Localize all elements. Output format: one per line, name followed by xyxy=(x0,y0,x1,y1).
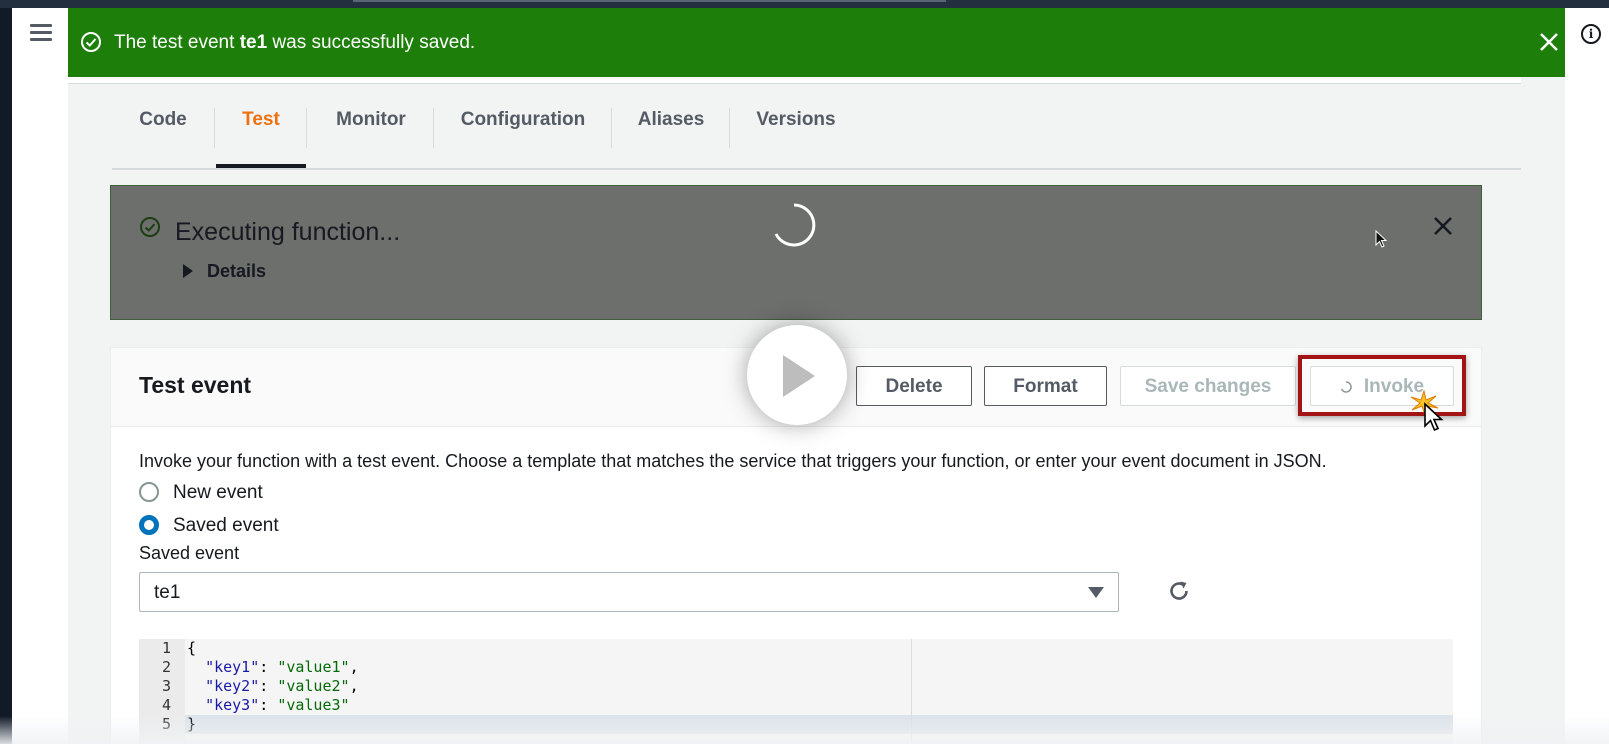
check-circle-icon xyxy=(140,217,160,237)
tab-test[interactable]: Test xyxy=(216,96,306,168)
tab-configuration[interactable]: Configuration xyxy=(435,96,611,166)
caret-down-icon xyxy=(1088,587,1104,598)
radio-saved-event[interactable]: Saved event xyxy=(139,515,279,539)
code-lines: { "key1": "value1", "key2": "value2", "k… xyxy=(187,639,359,734)
mouse-pointer-icon xyxy=(1375,230,1388,248)
left-navigation-rail xyxy=(12,8,68,744)
video-play-button[interactable] xyxy=(747,325,847,425)
tab-monitor[interactable]: Monitor xyxy=(308,96,434,166)
radio-button-selected[interactable] xyxy=(139,515,159,535)
tab-code[interactable]: Code xyxy=(112,96,214,166)
execution-title: Executing function... xyxy=(175,218,401,246)
editor-divider xyxy=(911,639,912,744)
format-button[interactable]: Format xyxy=(984,366,1107,406)
execution-status-panel: Executing function... Details xyxy=(110,185,1482,320)
success-flash-banner: The test event te1 was successfully save… xyxy=(68,8,1565,77)
mouse-cursor-icon xyxy=(1424,402,1444,432)
test-event-title: Test event xyxy=(139,372,252,398)
check-circle-icon xyxy=(81,32,101,52)
radio-new-event[interactable]: New event xyxy=(139,482,263,506)
function-tabs: Code Test Monitor Configuration Aliases … xyxy=(112,96,1521,170)
caret-right-icon xyxy=(183,264,193,278)
refresh-icon[interactable] xyxy=(1166,578,1192,604)
close-icon[interactable] xyxy=(1536,29,1562,55)
json-code-editor[interactable]: 1 2 3 4 5 { "key1": "value1", "key2": "v… xyxy=(139,639,1453,744)
tab-aliases[interactable]: Aliases xyxy=(613,96,729,166)
saved-event-label: Saved event xyxy=(139,543,240,563)
save-changes-button[interactable]: Save changes xyxy=(1120,366,1296,406)
details-toggle[interactable]: Details xyxy=(183,261,266,282)
tab-versions[interactable]: Versions xyxy=(731,96,861,166)
browser-tab-hint xyxy=(353,0,946,2)
line-number-gutter: 1 2 3 4 5 xyxy=(139,639,185,744)
radio-button[interactable] xyxy=(139,482,159,502)
code-line: "key1": "value1", xyxy=(205,658,359,676)
code-line: { xyxy=(187,639,197,657)
right-tools-rail xyxy=(1565,8,1609,744)
code-line: "key3": "value3" xyxy=(205,696,350,714)
loading-spinner-icon xyxy=(774,203,816,247)
top-bar xyxy=(0,0,1609,8)
hamburger-menu-icon[interactable] xyxy=(30,24,52,42)
info-icon[interactable]: i xyxy=(1581,24,1601,44)
test-event-description: Invoke your function with a test event. … xyxy=(139,451,1327,471)
code-line: } xyxy=(187,715,197,733)
delete-button[interactable]: Delete xyxy=(856,366,972,406)
close-icon[interactable] xyxy=(1430,213,1456,239)
play-icon xyxy=(783,355,815,397)
code-line: "key2": "value2", xyxy=(205,677,359,695)
saved-event-select[interactable]: te1 xyxy=(139,572,1119,612)
flash-message: The test event te1 was successfully save… xyxy=(114,32,476,53)
